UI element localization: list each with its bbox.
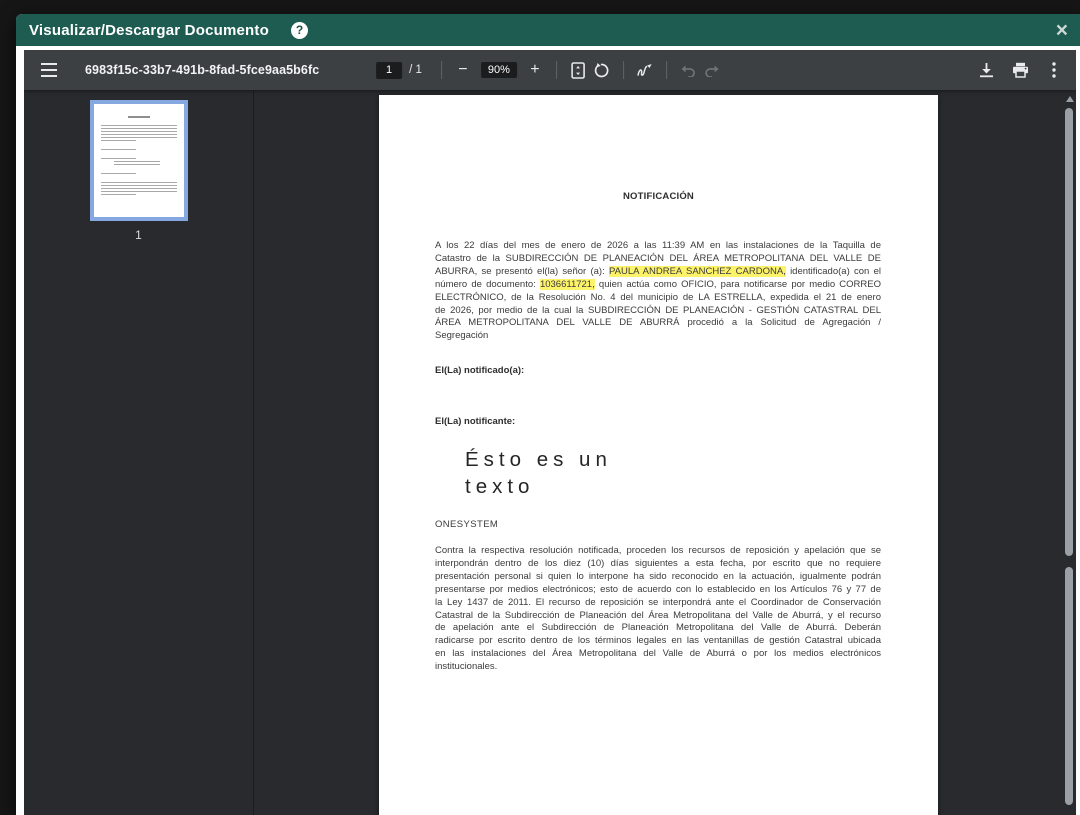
notification-paragraph: A los 22 días del mes de enero de 2026 a… bbox=[435, 240, 881, 343]
toolbar-center-group: / 1 − 90% + bbox=[376, 58, 724, 82]
document-viewer-modal: Visualizar/Descargar Documento ? × 6983f… bbox=[16, 14, 1080, 815]
zoom-level-display: 90% bbox=[481, 62, 517, 78]
help-icon[interactable]: ? bbox=[291, 22, 308, 39]
modal-title: Visualizar/Descargar Documento bbox=[29, 22, 269, 39]
thumbnail-sidebar: 1 bbox=[24, 90, 253, 815]
undo-icon[interactable] bbox=[676, 58, 700, 82]
pdf-page: NOTIFICACIÓN A los 22 días del mes de en… bbox=[379, 95, 938, 815]
document-title: NOTIFICACIÓN bbox=[379, 191, 938, 202]
document-area: NOTIFICACIÓN A los 22 días del mes de en… bbox=[254, 90, 1063, 815]
scroll-up-icon[interactable] bbox=[1066, 96, 1074, 102]
rotate-icon[interactable] bbox=[590, 58, 614, 82]
highlighted-name: PAULA ANDREA SANCHEZ CARDONA, bbox=[609, 266, 786, 277]
more-options-icon[interactable] bbox=[1042, 58, 1066, 82]
toolbar-right-group bbox=[974, 58, 1066, 82]
company-name: ONESYSTEM bbox=[435, 519, 498, 530]
redo-icon[interactable] bbox=[700, 58, 724, 82]
zoom-out-icon[interactable]: − bbox=[451, 58, 475, 82]
toolbar-divider bbox=[666, 61, 667, 79]
viewer-scrollbar bbox=[1063, 90, 1076, 815]
viewer-content: 1 NOTIFICACIÓN A los 22 días del mes de … bbox=[24, 90, 1063, 815]
notifier-label: El(La) notificante: bbox=[435, 416, 515, 427]
document-filename: 6983f15c-33b7-491b-8fad-5fce9aa5b6fc bbox=[85, 63, 319, 77]
signature-text: Ésto es un texto bbox=[465, 446, 612, 500]
toolbar-divider bbox=[556, 61, 557, 79]
pdf-viewer: 6983f15c-33b7-491b-8fad-5fce9aa5b6fc / 1… bbox=[24, 50, 1076, 815]
notified-party-label: El(La) notificado(a): bbox=[435, 365, 524, 376]
scrollbar-thumb-lower[interactable] bbox=[1065, 567, 1073, 805]
pdf-toolbar: 6983f15c-33b7-491b-8fad-5fce9aa5b6fc / 1… bbox=[24, 50, 1076, 90]
download-icon[interactable] bbox=[974, 58, 998, 82]
close-icon[interactable]: × bbox=[1056, 20, 1068, 41]
toolbar-divider bbox=[441, 61, 442, 79]
page-count-label: / 1 bbox=[409, 64, 422, 76]
screen-background: Visualizar/Descargar Documento ? × 6983f… bbox=[0, 0, 1080, 815]
page-number-input[interactable] bbox=[376, 62, 402, 79]
modal-body: 6983f15c-33b7-491b-8fad-5fce9aa5b6fc / 1… bbox=[16, 46, 1080, 815]
zoom-in-icon[interactable]: + bbox=[523, 58, 547, 82]
fit-to-page-icon[interactable] bbox=[566, 58, 590, 82]
annotate-ink-icon[interactable] bbox=[633, 58, 657, 82]
thumbnail-page-number: 1 bbox=[90, 228, 188, 242]
page-thumbnail-preview bbox=[90, 100, 188, 221]
toolbar-divider bbox=[623, 61, 624, 79]
scrollbar-thumb-upper[interactable] bbox=[1065, 108, 1073, 556]
toolbar-left-group: 6983f15c-33b7-491b-8fad-5fce9aa5b6fc bbox=[24, 58, 319, 82]
menu-icon[interactable] bbox=[37, 58, 61, 82]
highlighted-document-number: 1036611721, bbox=[540, 279, 595, 290]
page-thumbnail[interactable]: 1 bbox=[90, 100, 188, 242]
print-icon[interactable] bbox=[1008, 58, 1032, 82]
modal-header: Visualizar/Descargar Documento ? × bbox=[16, 14, 1080, 46]
legal-recourse-paragraph: Contra la respectiva resolución notifica… bbox=[435, 545, 881, 674]
